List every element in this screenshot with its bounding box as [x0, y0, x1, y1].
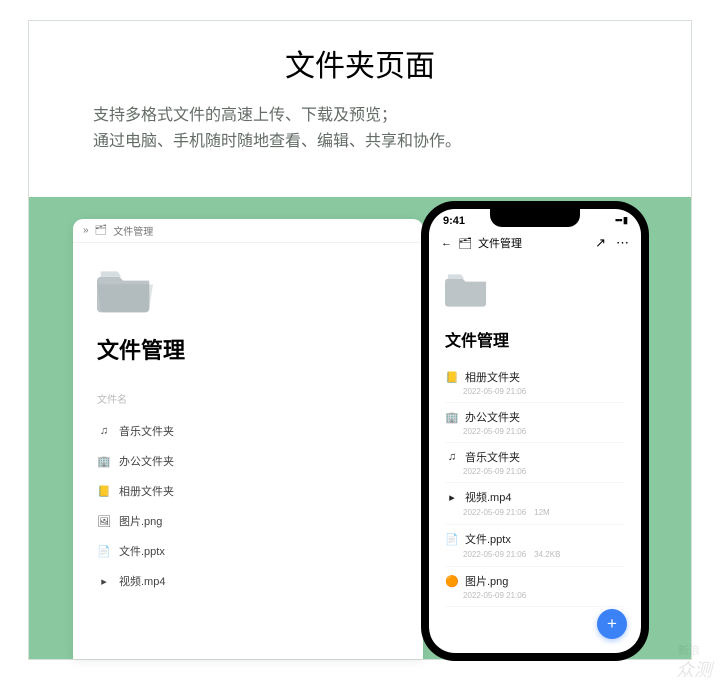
column-header: 文件名: [97, 391, 399, 406]
file-name: 音乐文件夹: [465, 449, 520, 465]
file-icon: 🟠: [445, 574, 459, 588]
list-item[interactable]: 📒 相册文件夹 2022-05-09 21:06: [445, 363, 625, 403]
status-time: 9:41: [443, 215, 465, 227]
file-name: 文件.pptx: [119, 543, 165, 559]
add-button[interactable]: +: [597, 609, 627, 639]
list-item[interactable]: ♫ 音乐文件夹 2022-05-09 21:06: [445, 443, 625, 483]
desktop-mockup: » 🗂 文件管理 文件管理 文件名 ♫ 音乐文件夹 🏢 办公文件夹 📒 相册文件夹 🖼 图片.…: [73, 219, 423, 659]
file-icon: ♫: [97, 424, 111, 438]
breadcrumb-chevron-icon: »: [83, 225, 89, 236]
phone-notch: [490, 209, 580, 227]
file-name: 图片.png: [465, 573, 508, 589]
file-name: 相册文件夹: [119, 483, 174, 499]
desktop-toolbar: » 🗂 文件管理: [73, 219, 423, 243]
file-icon: 📒: [445, 370, 459, 384]
file-icon: 🏢: [445, 410, 459, 424]
promo-card: 文件夹页面 支持多格式文件的高速上传、下载及预览； 通过电脑、手机随时随地查看、…: [28, 20, 692, 660]
breadcrumb[interactable]: 文件管理: [113, 223, 153, 238]
file-icon: 📄: [97, 544, 111, 558]
file-name: 音乐文件夹: [119, 423, 174, 439]
list-item[interactable]: ▸ 视频.mp4 2022-05-09 21:06 12M: [445, 483, 625, 525]
file-meta: 2022-05-09 21:06: [463, 387, 625, 396]
list-item[interactable]: 🖼 图片.png: [97, 506, 399, 536]
phone-screen: 9:41 ▪▪▪ ▮ ← 🗂 文件管理 ↗ ⋯: [429, 209, 641, 653]
file-name: 视频.mp4: [119, 573, 165, 589]
breadcrumb[interactable]: 文件管理: [478, 235, 522, 251]
list-item[interactable]: 📒 相册文件夹: [97, 476, 399, 506]
file-meta: 2022-05-09 21:06: [463, 467, 625, 476]
file-meta: 2022-05-09 21:06 34.2KB: [463, 549, 625, 560]
file-icon: 🏢: [97, 454, 111, 468]
list-item[interactable]: 📄 文件.pptx 2022-05-09 21:06 34.2KB: [445, 525, 625, 567]
list-item[interactable]: ▸ 视频.mp4: [97, 566, 399, 596]
phone-navbar: ← 🗂 文件管理 ↗ ⋯: [429, 227, 641, 259]
phone-body: 文件管理 📒 相册文件夹 2022-05-09 21:06 🏢 办公文件夹 2022-05…: [429, 259, 641, 607]
file-name: 相册文件夹: [465, 369, 520, 385]
more-icon[interactable]: ⋯: [616, 235, 629, 251]
folder-icon: 🗂: [458, 237, 472, 250]
page-title: 文件夹页面: [29, 41, 691, 85]
file-name: 图片.png: [119, 513, 162, 529]
list-item[interactable]: 🏢 办公文件夹 2022-05-09 21:06: [445, 403, 625, 443]
file-icon: 🖼: [97, 514, 111, 528]
list-item[interactable]: 🟠 图片.png 2022-05-09 21:06: [445, 567, 625, 607]
watermark-sub: 众测: [676, 656, 712, 682]
file-icon: 📒: [97, 484, 111, 498]
list-item[interactable]: 🏢 办公文件夹: [97, 446, 399, 476]
signal-icon: ▪▪▪ ▮: [615, 215, 627, 227]
folder-large-icon: [445, 271, 489, 307]
file-name: 办公文件夹: [465, 409, 520, 425]
folder-large-icon: [97, 267, 153, 313]
file-icon: 📄: [445, 532, 459, 546]
file-name: 办公文件夹: [119, 453, 174, 469]
file-name: 视频.mp4: [465, 489, 511, 505]
file-meta: 2022-05-09 21:06: [463, 591, 625, 600]
folder-icon: 🗂: [95, 225, 108, 236]
file-list: 📒 相册文件夹 2022-05-09 21:06 🏢 办公文件夹 2022-05-09 2…: [445, 363, 625, 607]
share-icon[interactable]: ↗: [595, 235, 606, 251]
phone-mockup: 9:41 ▪▪▪ ▮ ← 🗂 文件管理 ↗ ⋯: [421, 201, 649, 661]
file-icon: ♫: [445, 450, 459, 464]
sub-line2: 通过电脑、手机随时随地查看、编辑、共享和协作。: [93, 129, 691, 155]
desktop-heading: 文件管理: [97, 333, 399, 365]
list-item[interactable]: ♫ 音乐文件夹: [97, 416, 399, 446]
list-item[interactable]: 📄 文件.pptx: [97, 536, 399, 566]
sub-line1: 支持多格式文件的高速上传、下载及预览；: [93, 103, 691, 129]
file-icon: ▸: [445, 490, 459, 504]
mockup-area: » 🗂 文件管理 文件管理 文件名 ♫ 音乐文件夹 🏢 办公文件夹 📒 相册文件夹 🖼 图片.…: [29, 197, 691, 659]
file-name: 文件.pptx: [465, 531, 511, 547]
file-icon: ▸: [97, 574, 111, 588]
file-list: ♫ 音乐文件夹 🏢 办公文件夹 📒 相册文件夹 🖼 图片.png 📄 文件.pptx ▸ 视频.mp4: [97, 416, 399, 596]
phone-heading: 文件管理: [445, 327, 625, 351]
file-meta: 2022-05-09 21:06 12M: [463, 507, 625, 518]
back-icon[interactable]: ←: [441, 237, 452, 249]
desktop-body: 文件管理 文件名 ♫ 音乐文件夹 🏢 办公文件夹 📒 相册文件夹 🖼 图片.png 📄 文件.pp…: [73, 243, 423, 596]
file-meta: 2022-05-09 21:06: [463, 427, 625, 436]
page-subtitle: 支持多格式文件的高速上传、下载及预览； 通过电脑、手机随时随地查看、编辑、共享和…: [93, 103, 691, 154]
